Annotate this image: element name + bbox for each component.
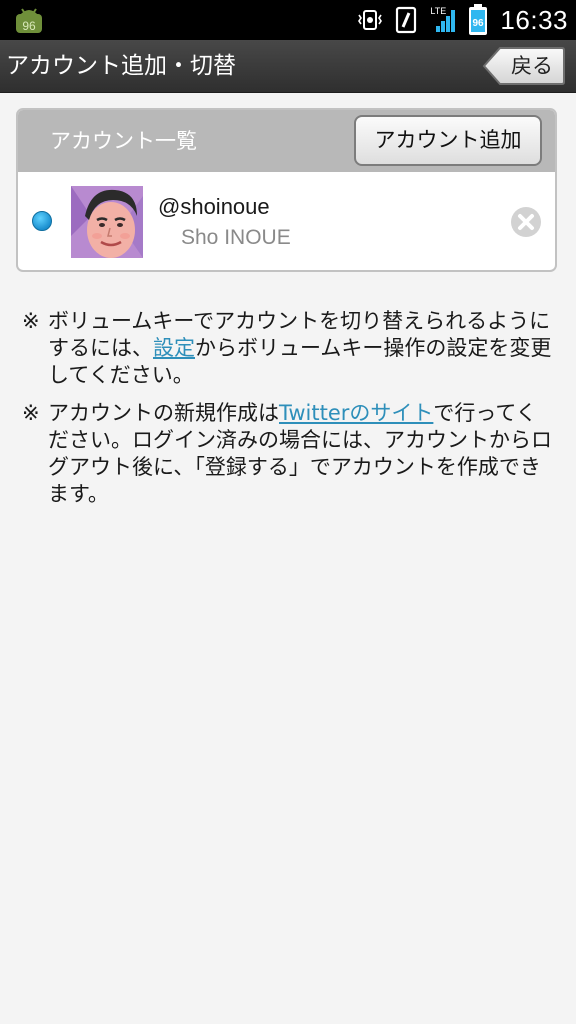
- status-bar: 96 LTE 96 16:33: [0, 0, 576, 40]
- note-mark: ※: [22, 309, 40, 333]
- account-handle: @shoinoue: [158, 194, 270, 219]
- battery-level-text: 96: [473, 18, 485, 29]
- selected-account-indicator[interactable]: [32, 211, 52, 231]
- account-list-title: アカウント一覧: [50, 129, 197, 153]
- back-button[interactable]: 戻る: [482, 46, 566, 86]
- network-type-label: LTE: [430, 6, 447, 16]
- back-button-label: 戻る: [511, 54, 553, 78]
- new-account-note-text-1: アカウントの新規作成は: [48, 401, 279, 425]
- twitter-site-link[interactable]: Twitterのサイト: [279, 401, 433, 425]
- page-title: アカウント追加・切替: [6, 53, 236, 79]
- notification-app-badge: 96: [22, 19, 36, 33]
- remove-account-button[interactable]: [510, 206, 542, 238]
- note-mark: ※: [22, 401, 40, 425]
- account-list-panel: アカウント一覧 アカウント追加 @shoinoue Sho INOUE: [16, 108, 557, 272]
- status-icons: LTE 96 16:33: [356, 0, 568, 40]
- close-icon: [511, 207, 541, 237]
- add-account-button[interactable]: アカウント追加: [354, 115, 542, 166]
- settings-link[interactable]: 設定: [153, 336, 195, 360]
- battery-icon: 96: [468, 4, 488, 36]
- new-account-note: ※ アカウントの新規作成はTwitterのサイトで行ってください。ログイン済みの場…: [22, 400, 552, 508]
- account-list-header: アカウント一覧 アカウント追加: [18, 110, 555, 172]
- account-list-item[interactable]: @shoinoue Sho INOUE: [18, 172, 555, 270]
- nfc-icon: [394, 6, 420, 34]
- status-time: 16:33: [500, 4, 568, 35]
- signal-icon: LTE: [430, 6, 458, 34]
- notes-section: ※ ボリュームキーでアカウントを切り替えられるようにするには、設定からボリュームキ…: [22, 308, 552, 519]
- account-display-name: Sho INOUE: [181, 226, 291, 249]
- volume-key-note: ※ ボリュームキーでアカウントを切り替えられるようにするには、設定からボリュームキ…: [22, 308, 552, 389]
- avatar: [71, 186, 143, 258]
- header-bar: アカウント追加・切替 戻る: [0, 40, 576, 93]
- notification-app-icon: 96: [14, 6, 44, 34]
- vibrate-icon: [356, 6, 384, 34]
